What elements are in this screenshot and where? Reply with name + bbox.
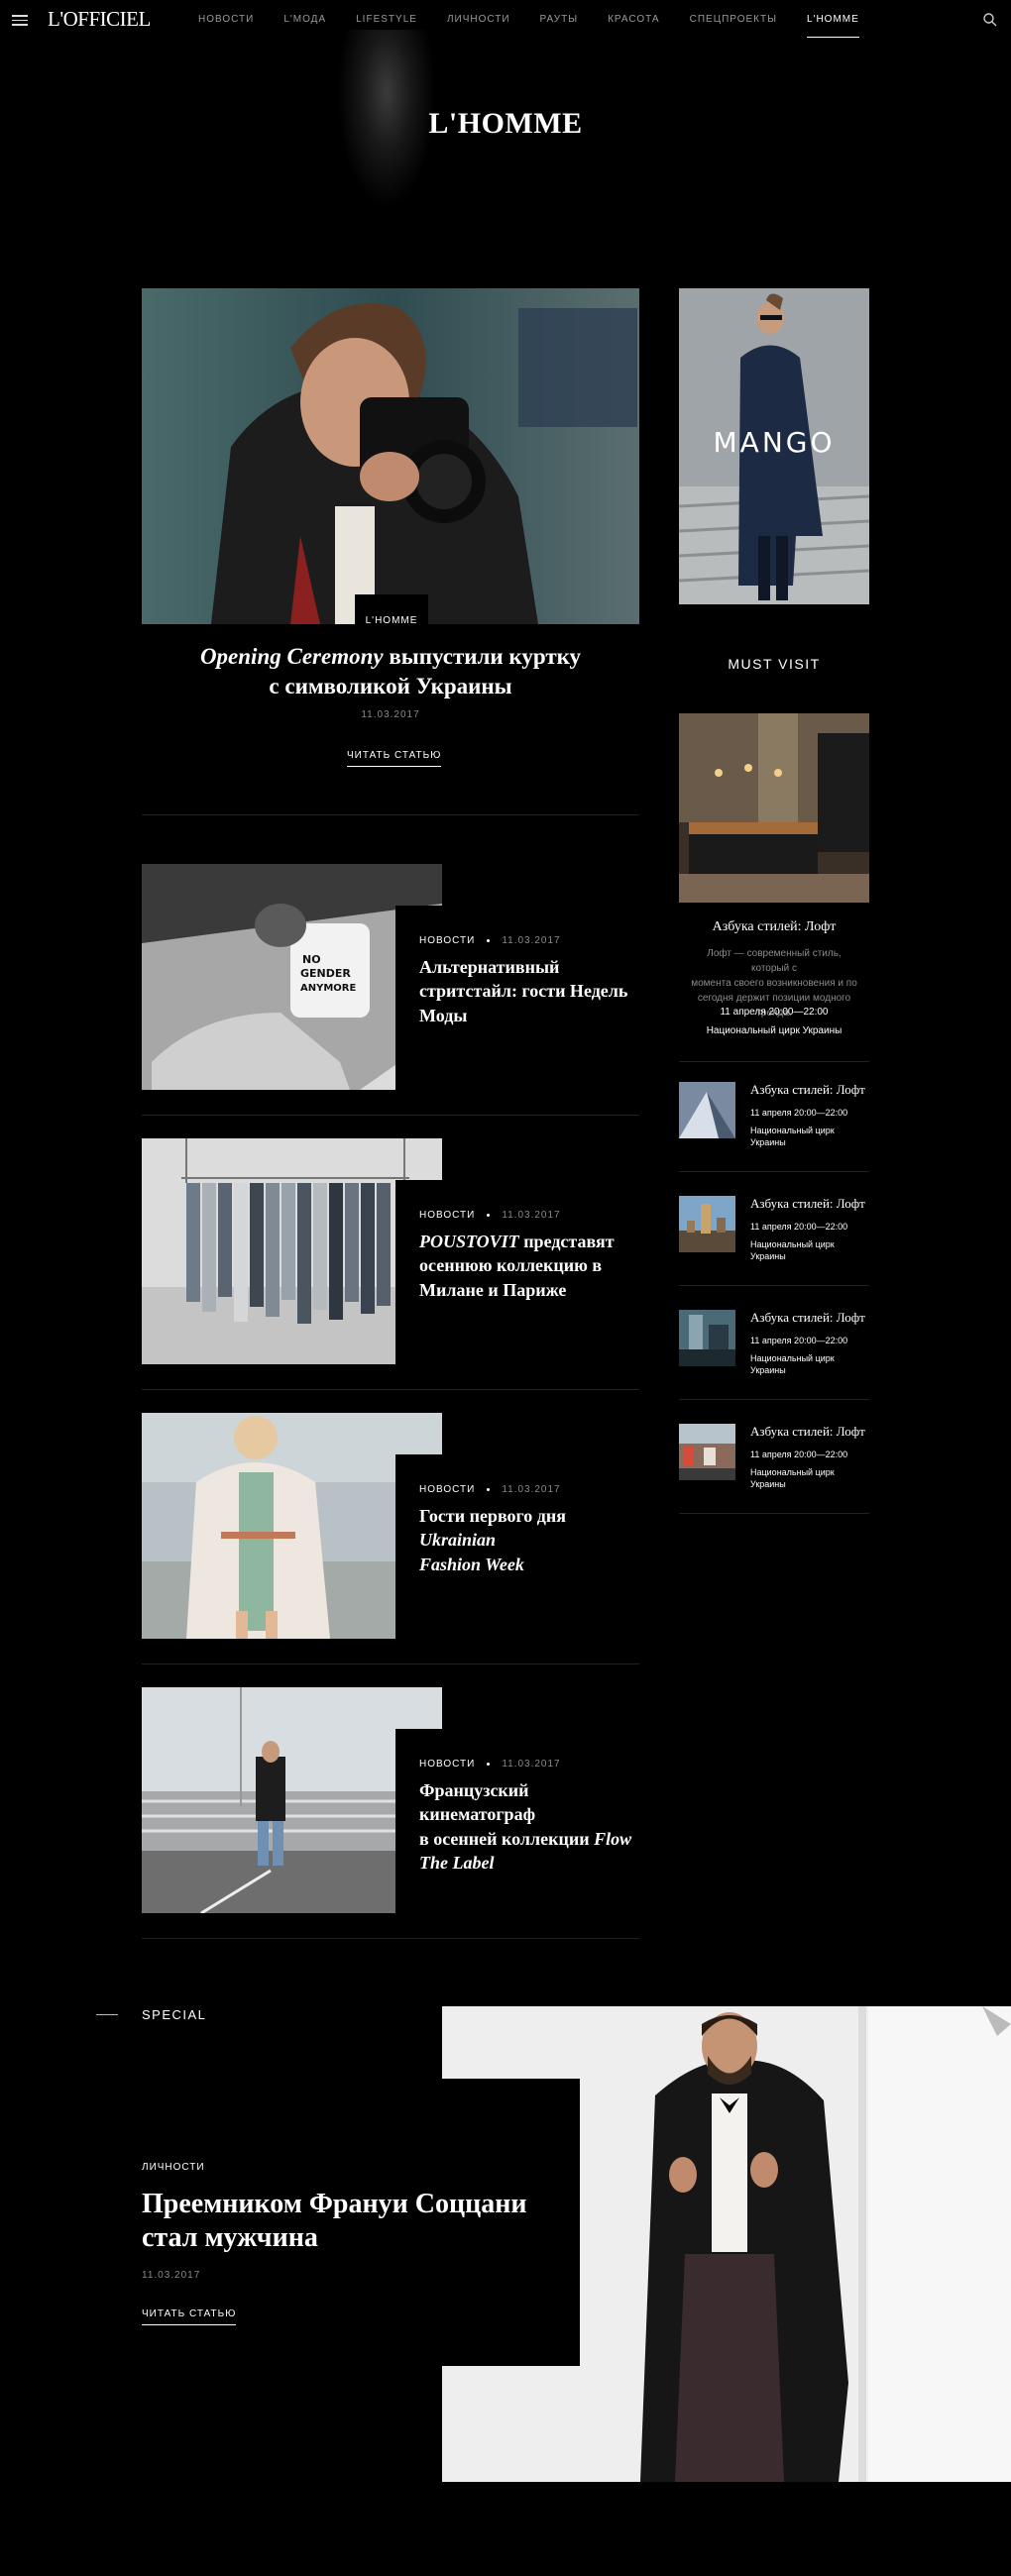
- article-meta: НОВОСТИ 11.03.2017: [419, 1759, 561, 1770]
- event-time: 11 апреля 20:00—22:00: [750, 1336, 848, 1345]
- event-place: Национальный цирк Украины: [750, 1353, 835, 1375]
- nav-item-special-projects[interactable]: СПЕЦПРОЕКТЫ: [690, 0, 777, 40]
- must-visit-heading: MUST VISIT: [728, 656, 821, 672]
- event-thumbnail[interactable]: [679, 1196, 735, 1252]
- article-date: 11.03.2017: [502, 1210, 561, 1221]
- special-article-title[interactable]: Преемником Франуи Соццани стал мужчина: [142, 2188, 558, 2254]
- featured-category-badge[interactable]: L'HOMME: [355, 594, 428, 646]
- event-place: Национальный цирк Украины: [750, 1126, 835, 1147]
- event-place: Национальный цирк Украины: [750, 1239, 835, 1261]
- event-title[interactable]: Азбука стилей: Лофт: [750, 1082, 865, 1098]
- divider: [142, 1115, 639, 1116]
- featured-article-date: 11.03.2017: [361, 709, 420, 720]
- article-date: 11.03.2017: [502, 1759, 561, 1770]
- svg-text:ANYMORE: ANYMORE: [300, 983, 357, 994]
- page-title: L'HOMME: [428, 107, 583, 140]
- event-item[interactable]: Азбука стилей: Лофт 11 апреля 20:00—22:0…: [679, 1196, 869, 1265]
- article-date: 11.03.2017: [502, 1484, 561, 1495]
- event-thumbnail[interactable]: [679, 1082, 735, 1138]
- meta-separator: [487, 1488, 491, 1491]
- event-item[interactable]: Азбука стилей: Лофт 11 апреля 20:00—22:0…: [679, 1424, 869, 1493]
- divider: [142, 1389, 639, 1390]
- nav-item-personalities[interactable]: ЛИЧНОСТИ: [447, 0, 510, 40]
- article-meta: НОВОСТИ 11.03.2017: [419, 935, 561, 946]
- article-meta: НОВОСТИ 11.03.2017: [419, 1210, 561, 1221]
- site-logo[interactable]: L'OFFICIEL: [48, 7, 151, 32]
- nav-item-lhomme[interactable]: L'HOMME: [806, 0, 859, 40]
- event-item[interactable]: Азбука стилей: Лофт 11 апреля 20:00—22:0…: [679, 1310, 869, 1379]
- meta-separator: [487, 939, 491, 942]
- article-category[interactable]: НОВОСТИ: [419, 1484, 475, 1495]
- event-title[interactable]: Азбука стилей: Лофт: [679, 919, 869, 935]
- nav-item-events[interactable]: РАУТЫ: [540, 0, 579, 40]
- read-article-link[interactable]: ЧИТАТЬ СТАТЬЮ: [347, 750, 442, 767]
- special-section-label: SPECIAL: [142, 2007, 207, 2022]
- featured-article-image[interactable]: [142, 288, 639, 624]
- nav-item-news[interactable]: НОВОСТИ: [198, 0, 254, 40]
- special-article-date: 11.03.2017: [142, 2270, 201, 2281]
- menu-icon[interactable]: [12, 15, 28, 26]
- event-time: 11 апреля 20:00—22:00: [720, 1007, 829, 1018]
- event-image[interactable]: [679, 713, 869, 903]
- special-read-article-link[interactable]: ЧИТАТЬ СТАТЬЮ: [142, 2308, 237, 2325]
- nav-item-beauty[interactable]: КРАСОТА: [608, 0, 660, 40]
- article-category[interactable]: НОВОСТИ: [419, 1759, 475, 1770]
- event-place: Национальный цирк Украины: [750, 1467, 835, 1489]
- main-nav: НОВОСТИ L'МОДА LIFESTYLE ЛИЧНОСТИ РАУТЫ …: [198, 0, 889, 40]
- featured-article-title[interactable]: Opening Ceremony выпустили куртку с симво…: [142, 642, 639, 701]
- divider: [679, 1285, 869, 1286]
- article-meta: НОВОСТИ 11.03.2017: [419, 1484, 561, 1495]
- site-header: L'OFFICIEL НОВОСТИ L'МОДА LIFESTYLE ЛИЧН…: [0, 0, 1011, 40]
- event-time: 11 апреля 20:00—22:00: [750, 1108, 848, 1118]
- special-article-category[interactable]: ЛИЧНОСТИ: [142, 2162, 205, 2173]
- divider: [679, 1171, 869, 1172]
- nav-item-moda[interactable]: L'МОДА: [283, 0, 326, 40]
- svg-text:NO: NO: [302, 953, 321, 966]
- divider: [679, 1513, 869, 1514]
- svg-text:GENDER: GENDER: [300, 967, 351, 980]
- article-title[interactable]: POUSTOVIT представят осеннюю коллекцию вМ…: [419, 1230, 637, 1302]
- article-title[interactable]: Гости первого дня Ukrainian Fashion Week: [419, 1504, 637, 1576]
- special-decor-line: [96, 2014, 118, 2015]
- event-item[interactable]: Азбука стилей: Лофт 11 апреля 20:00—22:0…: [679, 1082, 869, 1151]
- article-title[interactable]: Альтернативный стритстайл: гости Недель Мо…: [419, 955, 637, 1027]
- mango-ad-banner[interactable]: MANGO: [679, 288, 869, 604]
- mango-logo: MANGO: [714, 426, 836, 459]
- event-title[interactable]: Азбука стилей: Лофт: [750, 1196, 865, 1212]
- article-category[interactable]: НОВОСТИ: [419, 935, 475, 946]
- divider: [679, 1399, 869, 1400]
- article-category[interactable]: НОВОСТИ: [419, 1210, 475, 1221]
- search-icon[interactable]: [982, 12, 998, 28]
- divider: [142, 814, 639, 815]
- event-title[interactable]: Азбука стилей: Лофт: [750, 1424, 865, 1440]
- event-thumbnail[interactable]: [679, 1424, 735, 1480]
- article-date: 11.03.2017: [502, 935, 561, 946]
- event-time: 11 апреля 20:00—22:00: [750, 1222, 848, 1232]
- divider: [142, 1938, 639, 1939]
- meta-separator: [487, 1214, 491, 1217]
- event-thumbnail[interactable]: [679, 1310, 735, 1366]
- meta-separator: [487, 1763, 491, 1766]
- divider: [679, 1061, 869, 1062]
- event-title[interactable]: Азбука стилей: Лофт: [750, 1310, 865, 1326]
- event-time: 11 апреля 20:00—22:00: [750, 1449, 848, 1459]
- event-place: Национальный цирк Украины: [706, 1025, 842, 1036]
- article-title[interactable]: Французский кинематограф в осенней коллек…: [419, 1778, 637, 1875]
